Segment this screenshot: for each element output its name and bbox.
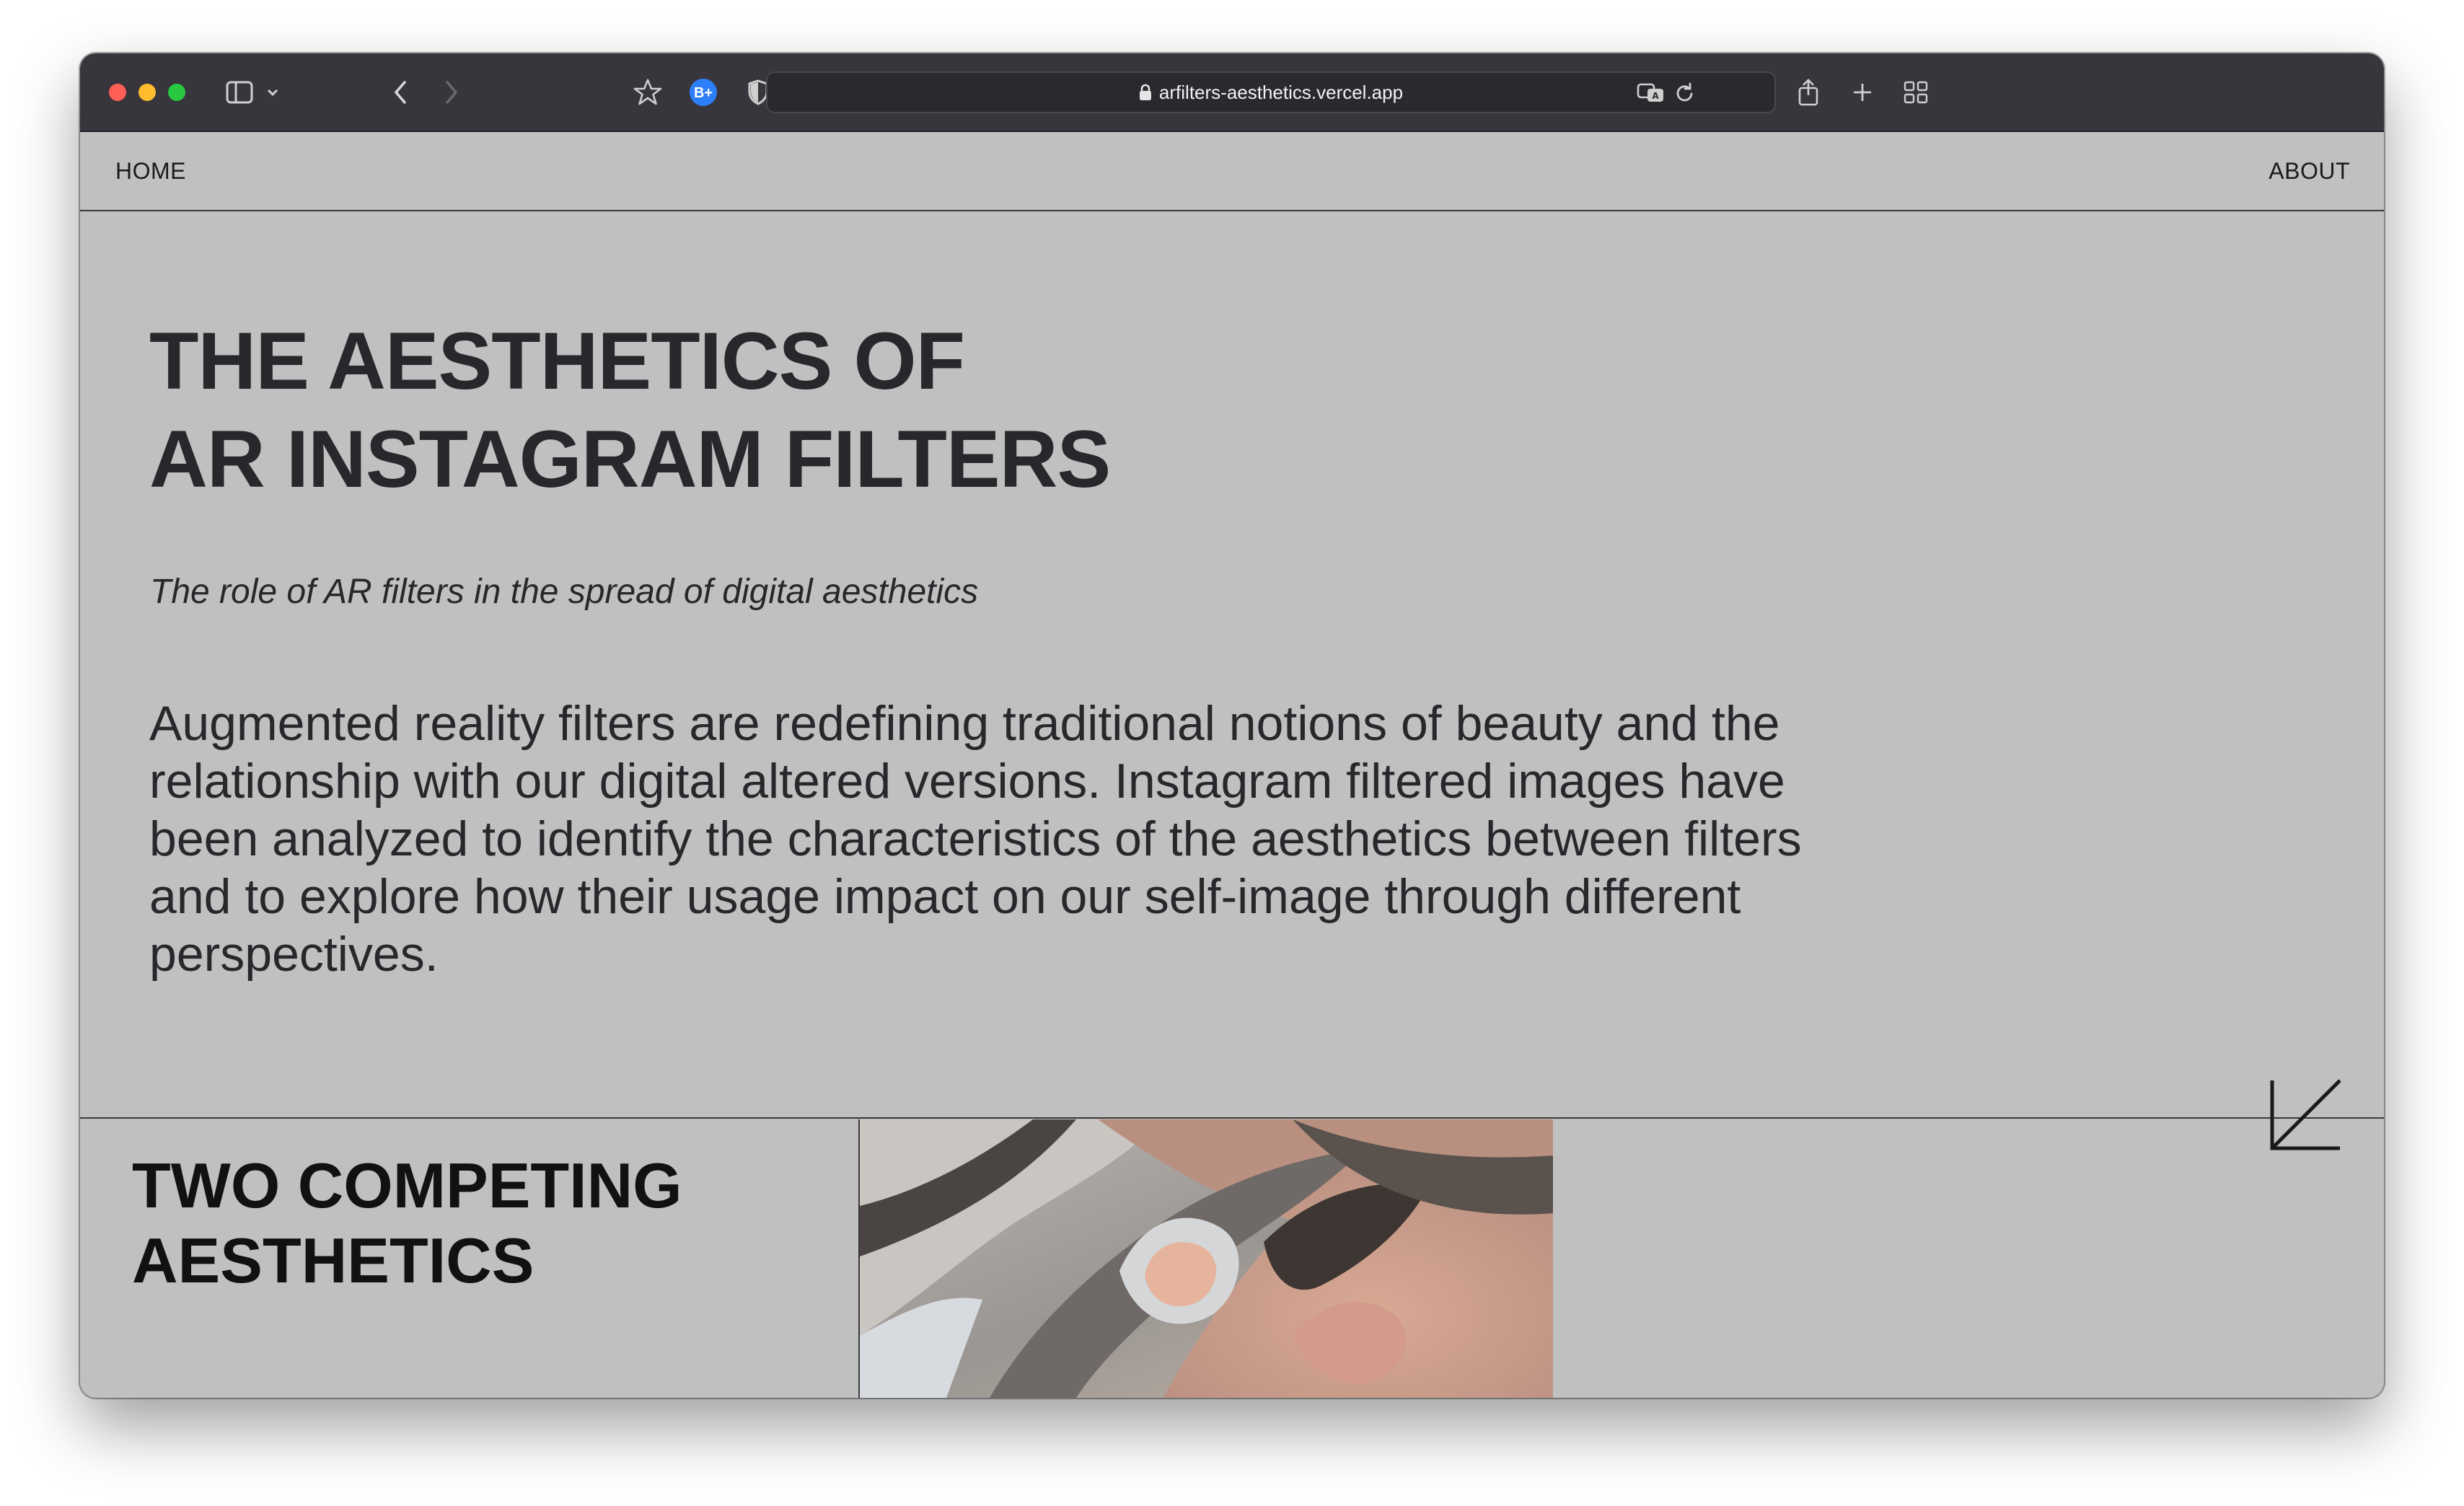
page-title-line-2: AR INSTAGRAM FILTERS xyxy=(149,414,1111,504)
lock-icon xyxy=(1139,84,1152,101)
sidebar-icon[interactable] xyxy=(221,74,258,111)
nav-about-link[interactable]: ABOUT xyxy=(2269,132,2350,210)
close-window-button[interactable] xyxy=(109,84,126,101)
back-arrow-icon[interactable] xyxy=(386,74,415,111)
two-aesthetics-section: TWO COMPETING AESTHETICS xyxy=(80,1119,2384,1398)
star-icon[interactable] xyxy=(630,74,665,111)
zoom-window-button[interactable] xyxy=(168,84,185,101)
minimize-window-button[interactable] xyxy=(138,84,156,101)
section-title: TWO COMPETING AESTHETICS xyxy=(132,1148,682,1298)
tab-overview-icon[interactable] xyxy=(1898,74,1933,111)
browser-toolbar: B+ arfilters-aesthetics.vercel.app A xyxy=(80,53,2384,132)
browser-window: B+ arfilters-aesthetics.vercel.app A HOM… xyxy=(80,53,2384,1398)
svg-text:B+: B+ xyxy=(694,85,713,101)
page-subtitle: The role of AR filters in the spread of … xyxy=(150,573,979,611)
forward-arrow-icon[interactable] xyxy=(437,74,466,111)
intro-paragraph: Augmented reality filters are redefining… xyxy=(149,696,1802,982)
page-title-line-1: THE AESTHETICS OF xyxy=(149,316,965,406)
page-title: THE AESTHETICS OF AR INSTAGRAM FILTERS xyxy=(149,312,1111,508)
translate-icon[interactable]: A xyxy=(1633,74,1669,112)
svg-text:A: A xyxy=(1652,91,1659,101)
filtered-face-image xyxy=(858,1119,1553,1398)
extension-b-plus-icon[interactable]: B+ xyxy=(686,74,721,111)
section-title-line-2: AESTHETICS xyxy=(132,1225,534,1296)
nav-home-link[interactable]: HOME xyxy=(115,132,186,210)
section-title-line-1: TWO COMPETING xyxy=(132,1150,682,1221)
url-label: arfilters-aesthetics.vercel.app xyxy=(1158,81,1404,103)
address-bar[interactable]: arfilters-aesthetics.vercel.app A xyxy=(766,71,1776,113)
hero-section: THE AESTHETICS OF AR INSTAGRAM FILTERS T… xyxy=(80,211,2384,1150)
reload-icon[interactable] xyxy=(1671,74,1699,112)
chevron-down-icon[interactable] xyxy=(262,74,283,111)
new-tab-plus-icon[interactable] xyxy=(1845,74,1880,111)
url-text: arfilters-aesthetics.vercel.app xyxy=(767,73,1774,112)
share-icon[interactable] xyxy=(1791,74,1826,111)
site-nav: HOME ABOUT xyxy=(80,132,2384,211)
